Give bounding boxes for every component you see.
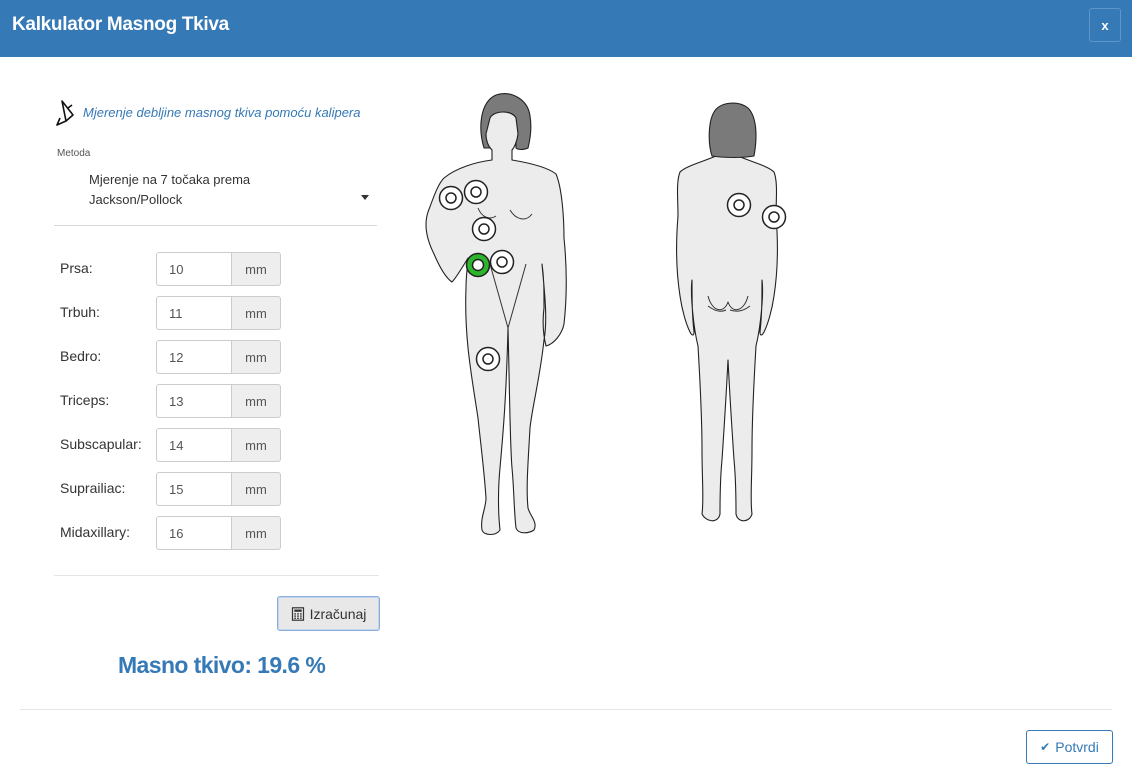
measurement-point-thigh[interactable] <box>475 346 501 372</box>
calculator-icon <box>291 606 304 621</box>
method-selected-value: Mjerenje na 7 točaka prema Jackson/Pollo… <box>89 172 251 207</box>
unit-addon: mm <box>231 516 281 550</box>
back-body-silhouette <box>676 145 778 522</box>
unit-addon: mm <box>231 296 281 330</box>
confirm-button-label: Potvrdi <box>1055 739 1099 755</box>
close-button[interactable]: x <box>1089 8 1121 42</box>
body-fat-result: Masno tkivo: 19.6 % <box>118 652 326 678</box>
measurement-label: Bedro: <box>60 348 102 364</box>
method-label: Metoda <box>57 148 91 159</box>
method-select[interactable]: Mjerenje na 7 točaka prema Jackson/Pollo… <box>54 164 377 226</box>
subscapular-input[interactable] <box>156 428 231 462</box>
body-front-figure <box>425 93 567 536</box>
caret-down-icon <box>361 195 369 200</box>
form-divider <box>54 575 379 576</box>
measurement-label: Trbuh: <box>60 304 100 320</box>
unit-addon: mm <box>231 340 281 374</box>
measurement-point-chest[interactable] <box>471 216 497 242</box>
back-hair <box>708 102 757 159</box>
caliper-link-text: Mjerenje debljine masnog tkiva pomoću ka… <box>83 104 361 120</box>
caliper-info-link[interactable]: Mjerenje debljine masnog tkiva pomoću ka… <box>54 98 360 126</box>
confirm-button[interactable]: ✔ Potvrdi <box>1026 730 1113 764</box>
triceps-input[interactable] <box>156 384 231 418</box>
modal-title: Kalkulator Masnog Tkiva <box>12 14 229 35</box>
footer-divider <box>20 709 1112 710</box>
trbuh-input[interactable] <box>156 296 231 330</box>
unit-addon: mm <box>231 472 281 506</box>
calculate-button-label: Izračunaj <box>309 605 367 622</box>
caliper-icon <box>56 100 74 126</box>
prsa-input[interactable] <box>156 252 231 286</box>
measurement-label: Suprailiac: <box>60 480 126 496</box>
suprailiac-input[interactable] <box>156 472 231 506</box>
unit-addon: mm <box>231 428 281 462</box>
measurement-label: Triceps: <box>60 392 110 408</box>
calculate-button[interactable]: Izračunaj <box>277 596 380 631</box>
unit-addon: mm <box>231 252 281 286</box>
midaxillary-input[interactable] <box>156 516 231 550</box>
front-body-silhouette <box>425 111 567 536</box>
measurement-point-suprailiac-active[interactable] <box>465 252 491 278</box>
measurement-point-triceps[interactable] <box>438 185 464 211</box>
measurement-point-midaxillary-upper[interactable] <box>463 179 489 205</box>
unit-addon: mm <box>231 384 281 418</box>
measurement-point-abdomen[interactable] <box>489 249 515 275</box>
bedro-input[interactable] <box>156 340 231 374</box>
measurement-label: Subscapular: <box>60 436 142 452</box>
check-icon: ✔ <box>1040 740 1051 754</box>
body-back-figure <box>676 102 787 522</box>
modal-header: Kalkulator Masnog Tkiva x <box>0 0 1132 57</box>
measurement-label: Midaxillary: <box>60 524 131 540</box>
measurement-label: Prsa: <box>60 260 93 276</box>
measurement-point-subscapular[interactable] <box>726 192 752 218</box>
measurement-point-triceps-back[interactable] <box>761 204 787 230</box>
